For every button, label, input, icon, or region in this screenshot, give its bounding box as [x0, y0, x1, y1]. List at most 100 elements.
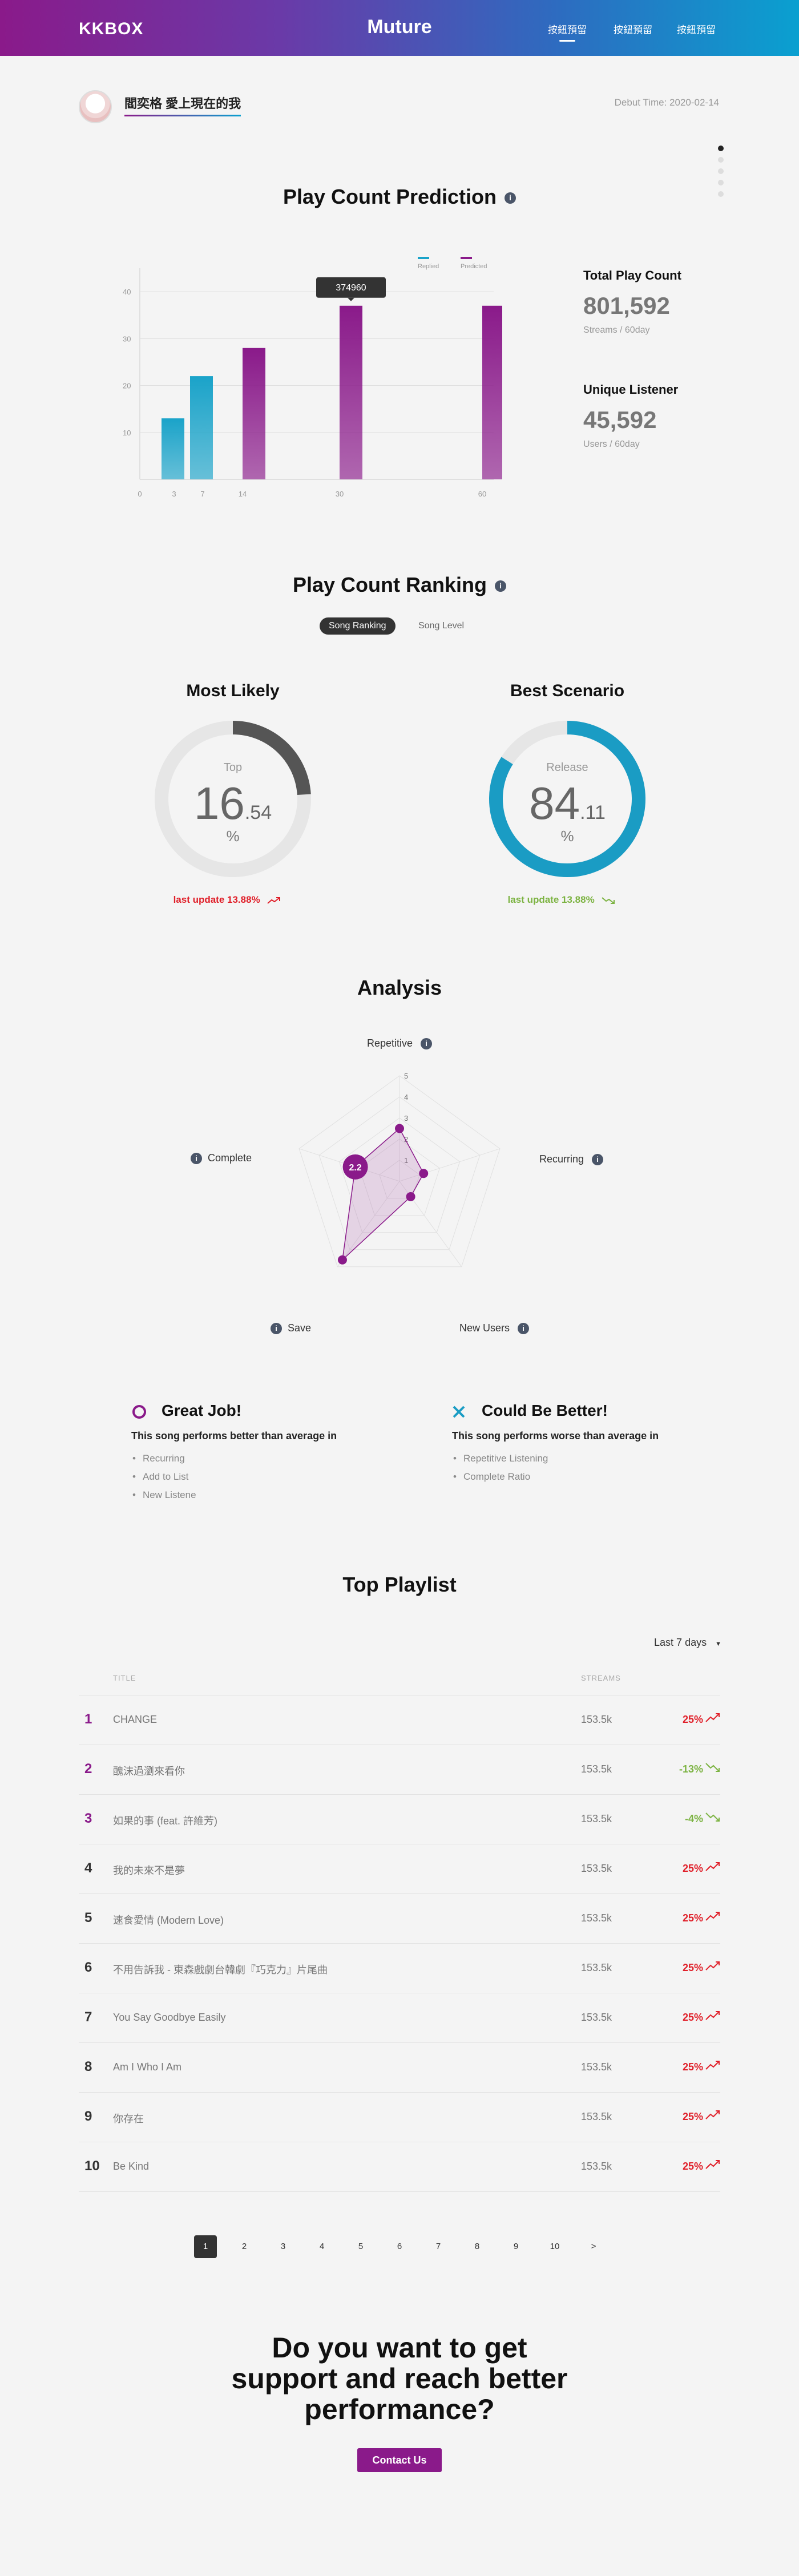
page-button[interactable]: 8: [466, 2235, 489, 2258]
row-rank: 2: [84, 1761, 92, 1776]
radar-scale-label: 4: [404, 1093, 408, 1101]
table-row[interactable]: 3 如果的事 (feat. 許維芳) 153.5k -4%: [79, 1794, 720, 1844]
page-button[interactable]: 2: [233, 2235, 256, 2258]
radar-highlight-value: 2.2: [349, 1163, 361, 1173]
trend-up-icon: [705, 1713, 720, 1722]
trend-up-icon: [705, 1961, 720, 1971]
y-tick-label: 30: [123, 334, 131, 343]
row-streams: 153.5k: [581, 2161, 612, 2172]
trend-down-icon: [602, 897, 615, 904]
nav-item-3[interactable]: 按鈕預留: [677, 22, 716, 36]
table-row[interactable]: 1 CHANGE 153.5k 25%: [79, 1695, 720, 1745]
playlist-title: Top Playlist: [342, 1573, 457, 1596]
radar-axis-recurring: Recurring i: [539, 1153, 604, 1166]
row-rank: 5: [84, 1910, 92, 1925]
trend-up-icon: [705, 2160, 720, 2169]
row-title[interactable]: 我的未來不是夢: [113, 1863, 185, 1878]
bad-list-item: Repetitive Listening: [453, 1453, 548, 1464]
most-likely-value: 16.54: [147, 777, 318, 830]
y-tick-label: 40: [123, 288, 131, 296]
circle-icon: [132, 1405, 146, 1419]
row-title[interactable]: 醜沫過瀏來看你: [113, 1763, 185, 1778]
page-button[interactable]: 6: [388, 2235, 411, 2258]
radar-point: [406, 1192, 415, 1201]
row-streams: 153.5k: [581, 1813, 612, 1824]
radar-axis-label: Repetitive: [367, 1037, 413, 1049]
row-title[interactable]: 速食愛情 (Modern Love): [113, 1912, 224, 1927]
row-title[interactable]: You Say Goodbye Easily: [113, 2012, 225, 2024]
row-title[interactable]: 你存在: [113, 2111, 144, 2126]
table-row[interactable]: 5 速食愛情 (Modern Love) 153.5k 25%: [79, 1893, 720, 1943]
info-icon[interactable]: i: [495, 580, 507, 592]
caret-down-icon: ▼: [715, 1641, 721, 1648]
y-tick-label: 10: [123, 429, 131, 437]
info-icon[interactable]: i: [271, 1323, 282, 1335]
chart-tooltip: 374960: [316, 277, 386, 301]
most-likely-unit: %: [226, 827, 240, 845]
table-row[interactable]: 10 Be Kind 153.5k 25%: [79, 2142, 720, 2191]
most-likely-int: 16: [193, 778, 245, 829]
row-rank: 1: [84, 1711, 92, 1727]
next-page-button[interactable]: >: [582, 2235, 605, 2258]
table-row[interactable]: 8 Am I Who I Am 153.5k 25%: [79, 2042, 720, 2092]
row-title[interactable]: 不用告訴我 - 東森戲劇台韓劇『巧克力』片尾曲: [113, 1962, 328, 1977]
best-scenario-int: 84: [529, 778, 580, 829]
x-tick-label: 14: [239, 490, 247, 498]
section-dot[interactable]: [718, 146, 724, 151]
row-rank: 3: [84, 1811, 92, 1826]
row-streams: 153.5k: [581, 1714, 612, 1725]
radar-axis-new-users: New Users i: [459, 1322, 530, 1335]
page-button[interactable]: 9: [505, 2235, 527, 2258]
row-change: -13%: [679, 1763, 703, 1775]
nav-item-1[interactable]: 按鈕預留: [548, 22, 587, 42]
info-icon[interactable]: i: [518, 1323, 530, 1335]
page-button[interactable]: 5: [349, 2235, 372, 2258]
tab-song-level[interactable]: Song Level: [409, 617, 473, 635]
bar-predicted-14: [243, 348, 265, 479]
page-button[interactable]: 7: [427, 2235, 450, 2258]
nav-item-2[interactable]: 按鈕預留: [614, 22, 652, 36]
section-dot[interactable]: [718, 157, 724, 163]
tab-song-ranking[interactable]: Song Ranking: [320, 617, 396, 635]
radar-scale-label: 3: [404, 1114, 408, 1123]
table-row[interactable]: 7 You Say Goodbye Easily 153.5k 25%: [79, 1993, 720, 2042]
info-icon[interactable]: i: [191, 1153, 202, 1165]
info-icon[interactable]: i: [421, 1038, 433, 1050]
x-tick-label: 60: [478, 490, 486, 498]
tooltip-arrow: [348, 297, 354, 301]
table-row[interactable]: 9 你存在 153.5k 25%: [79, 2092, 720, 2142]
prediction-title: Play Count Prediction i: [0, 185, 799, 209]
trend-up-icon: [705, 1862, 720, 1871]
table-row[interactable]: 2 醜沫過瀏來看你 153.5k -13%: [79, 1745, 720, 1794]
radar-axis-label: Save: [288, 1322, 312, 1334]
page-button[interactable]: 1: [194, 2235, 217, 2258]
row-title[interactable]: Am I Who I Am: [113, 2061, 181, 2073]
chart-bars: [162, 305, 502, 479]
bar-replied-7: [190, 376, 213, 479]
row-streams: 153.5k: [581, 2111, 612, 2122]
radar-point: [337, 1255, 347, 1265]
most-likely-label: Top: [223, 761, 243, 774]
contact-us-button[interactable]: Contact Us: [357, 2448, 442, 2472]
tooltip-value: 374960: [336, 283, 366, 293]
table-row[interactable]: 4 我的未來不是夢 153.5k 25%: [79, 1844, 720, 1893]
bar-predicted-30: [340, 305, 362, 479]
row-title[interactable]: Be Kind: [113, 2161, 149, 2173]
trend-down-icon: [705, 1812, 720, 1822]
info-icon[interactable]: i: [505, 192, 516, 204]
page-button[interactable]: 4: [310, 2235, 333, 2258]
info-icon[interactable]: i: [592, 1154, 604, 1166]
row-title[interactable]: 如果的事 (feat. 許維芳): [113, 1813, 217, 1828]
good-list: Recurring Add to List New Listene: [132, 1453, 196, 1508]
period-select[interactable]: Last 7 days ▼: [654, 1637, 721, 1649]
total-play-count-label: Total Play Count: [583, 268, 681, 282]
table-row[interactable]: 6 不用告訴我 - 東森戲劇台韓劇『巧克力』片尾曲 153.5k 25%: [79, 1943, 720, 1993]
row-change: 25%: [682, 1714, 703, 1725]
row-title[interactable]: CHANGE: [113, 1714, 157, 1726]
section-dot[interactable]: [718, 168, 724, 174]
radar-point: [395, 1124, 404, 1133]
page-button[interactable]: 10: [543, 2235, 566, 2258]
page-button[interactable]: 3: [272, 2235, 294, 2258]
row-streams: 153.5k: [581, 2061, 612, 2073]
song-title: 閻奕格 愛上現在的我: [124, 94, 241, 116]
